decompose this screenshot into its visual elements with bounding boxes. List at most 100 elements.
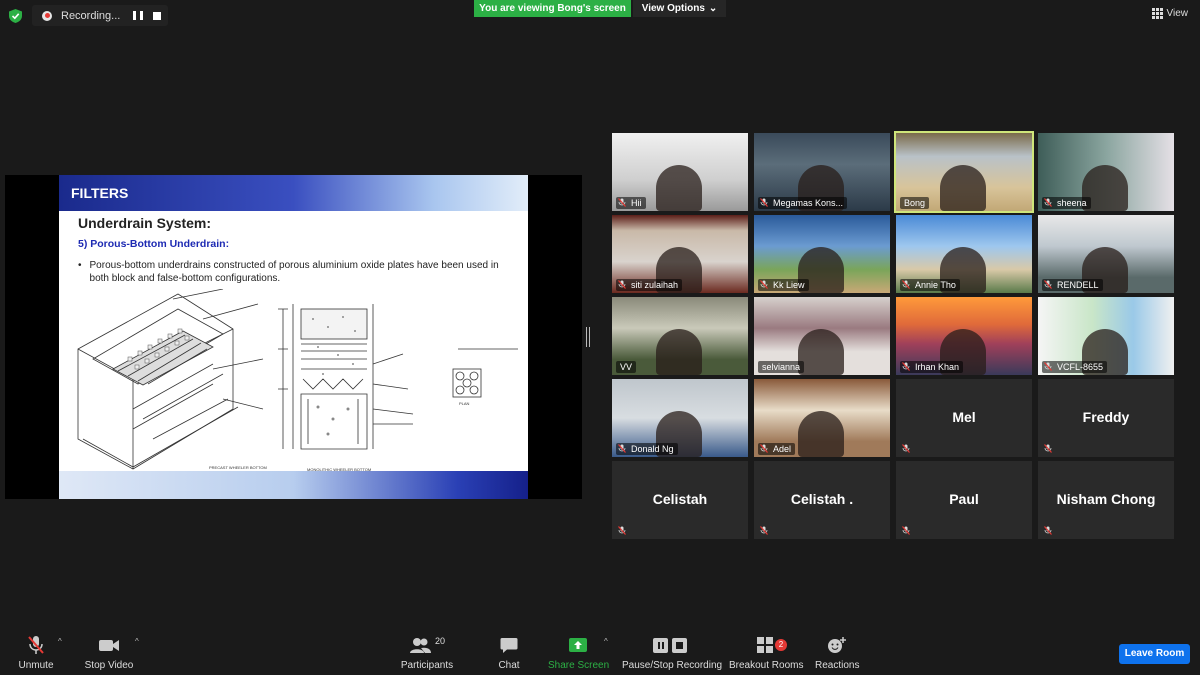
- slide-footer: [59, 471, 528, 499]
- split-divider-handle[interactable]: [586, 327, 590, 347]
- leave-room-button[interactable]: Leave Room: [1119, 644, 1190, 664]
- breakout-rooms-icon: [729, 633, 801, 657]
- participants-button[interactable]: 20 Participants: [400, 633, 454, 671]
- unmute-button[interactable]: Unmute: [15, 633, 57, 671]
- participant-name: VV: [616, 361, 637, 373]
- microphone-muted-icon: [1044, 444, 1052, 453]
- participant-video: [798, 329, 844, 375]
- slide-header-text: FILTERS: [71, 185, 129, 201]
- participant-name: Freddy: [1082, 409, 1130, 425]
- pause-stop-recording-icon: [622, 633, 718, 657]
- participant-name: Paul: [949, 491, 979, 507]
- participant-tile[interactable]: Nisham Chong: [1038, 461, 1174, 539]
- slide-title: Underdrain System:: [78, 215, 212, 231]
- microphone-muted-icon: [618, 444, 626, 453]
- view-options-label: View Options: [641, 3, 705, 14]
- stop-video-button[interactable]: Stop Video: [84, 633, 134, 671]
- chat-button[interactable]: Chat: [494, 633, 524, 671]
- microphone-muted-icon: [1044, 280, 1052, 289]
- microphone-muted-icon: [902, 362, 910, 371]
- meeting-toolbar: Unmute ^ Stop Video ^ 20 Participants Ch…: [0, 633, 1200, 675]
- participant-name: Nisham Chong: [1056, 491, 1156, 507]
- chevron-down-icon: ⌄: [708, 3, 718, 14]
- shield-icon[interactable]: [9, 9, 22, 23]
- microphone-muted-icon: [618, 198, 626, 207]
- microphone-muted-icon: [760, 198, 768, 207]
- pause-recording-icon[interactable]: [133, 10, 143, 21]
- participant-name: Mel: [952, 409, 976, 425]
- audio-options-caret-icon[interactable]: ^: [58, 637, 62, 646]
- chat-icon: [494, 633, 524, 657]
- participant-video: [656, 165, 702, 211]
- reactions-label: Reactions: [815, 660, 860, 671]
- participant-video: [656, 329, 702, 375]
- participant-tile[interactable]: Mel: [896, 379, 1032, 457]
- view-button[interactable]: View: [1151, 8, 1189, 19]
- participant-tile[interactable]: Celistah .: [754, 461, 890, 539]
- breakout-rooms-label: Breakout Rooms: [729, 660, 804, 671]
- presentation-slide: FILTERS Underdrain System: 5) Porous-Bot…: [59, 175, 528, 499]
- microphone-muted-icon: [15, 633, 57, 657]
- grid-view-icon: [1151, 8, 1163, 19]
- view-label: View: [1166, 8, 1189, 19]
- participant-name: Celistah: [652, 491, 708, 507]
- participant-tile[interactable]: Celistah: [612, 461, 748, 539]
- microphone-muted-icon: [760, 280, 768, 289]
- share-screen-label: Share Screen: [548, 660, 610, 671]
- microphone-muted-icon: [618, 280, 626, 289]
- microphone-muted-icon: [1044, 362, 1052, 371]
- stop-recording-icon[interactable]: [153, 11, 161, 20]
- participant-tile[interactable]: Megamas Kons...: [754, 133, 890, 211]
- microphone-muted-icon: [1044, 526, 1052, 535]
- slide-bullet-text: Porous-bottom underdrains constructed of…: [89, 260, 499, 284]
- participant-name: Celistah .: [790, 491, 854, 507]
- microphone-muted-icon: [902, 526, 910, 535]
- participant-name: selvianna: [758, 361, 805, 373]
- underdrain-drawing: [77, 289, 518, 470]
- participant-tile[interactable]: Freddy: [1038, 379, 1174, 457]
- pause-stop-recording-label: Pause/Stop Recording: [622, 660, 723, 671]
- microphone-muted-icon: [902, 444, 910, 453]
- breakout-rooms-button[interactable]: 2 Breakout Rooms: [729, 633, 804, 671]
- participant-tile[interactable]: Adel: [754, 379, 890, 457]
- participant-tile[interactable]: siti zulaihah: [612, 215, 748, 293]
- participant-tile[interactable]: sheena: [1038, 133, 1174, 211]
- recording-indicator: Recording...: [32, 5, 168, 26]
- participant-tile[interactable]: Annie Tho: [896, 215, 1032, 293]
- microphone-muted-icon: [1044, 198, 1052, 207]
- shared-screen[interactable]: FILTERS Underdrain System: 5) Porous-Bot…: [5, 175, 582, 499]
- slide-bullet: • Porous-bottom underdrains constructed …: [78, 259, 508, 285]
- slide-subtitle: 5) Porous-Bottom Underdrain:: [78, 238, 230, 250]
- participant-tile[interactable]: selvianna: [754, 297, 890, 375]
- participant-tile[interactable]: Donald Ng: [612, 379, 748, 457]
- stop-video-label: Stop Video: [84, 660, 134, 671]
- microphone-muted-icon: [760, 526, 768, 535]
- participant-tile[interactable]: Kk Liew: [754, 215, 890, 293]
- breakout-rooms-badge: 2: [775, 639, 787, 651]
- participant-tile[interactable]: VV: [612, 297, 748, 375]
- zoom-meeting-window: Recording... You are viewing Bong's scre…: [0, 0, 1200, 675]
- participant-tile[interactable]: VCFL-8655: [1038, 297, 1174, 375]
- share-screen-icon: [548, 633, 608, 657]
- reactions-button[interactable]: Reactions: [815, 633, 859, 671]
- caption-precast: PRECAST WHEELER BOTTOM: [209, 465, 267, 470]
- participants-icon: 20: [400, 633, 454, 657]
- participant-tile[interactable]: RENDELL: [1038, 215, 1174, 293]
- participants-label: Participants: [400, 660, 454, 671]
- view-options-button[interactable]: View Options ⌄: [633, 0, 726, 17]
- participants-count: 20: [434, 636, 445, 646]
- participant-tile[interactable]: Bong: [894, 131, 1034, 213]
- chat-label: Chat: [498, 660, 520, 671]
- video-camera-icon: [84, 633, 134, 657]
- microphone-muted-icon: [902, 280, 910, 289]
- share-options-caret-icon[interactable]: ^: [604, 637, 608, 646]
- pause-stop-recording-button[interactable]: Pause/Stop Recording: [622, 633, 723, 671]
- participant-tile[interactable]: Irhan Khan: [896, 297, 1032, 375]
- video-options-caret-icon[interactable]: ^: [135, 637, 139, 646]
- recording-dot-icon: [42, 10, 52, 21]
- participant-tile[interactable]: Hii: [612, 133, 748, 211]
- participant-tile[interactable]: Paul: [896, 461, 1032, 539]
- share-screen-button[interactable]: Share Screen: [548, 633, 610, 671]
- participant-name: Megamas Kons...: [758, 197, 848, 209]
- microphone-muted-icon: [760, 444, 768, 453]
